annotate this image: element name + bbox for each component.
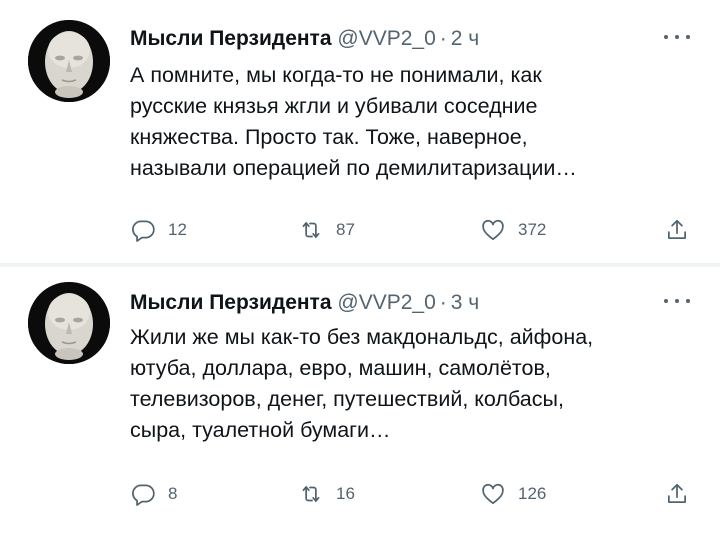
avatar[interactable] xyxy=(28,20,110,102)
tweet-text-line: А помните, мы когда-то не понимали, как xyxy=(130,63,542,87)
reply-icon xyxy=(132,484,155,506)
retweet-icon xyxy=(302,222,320,238)
tweet-text-line: телевизоров, денег, путешествий, колбасы… xyxy=(130,387,564,411)
like-button[interactable]: 126 xyxy=(480,476,546,512)
author-name[interactable]: Мысли Перзидента xyxy=(130,291,332,314)
tweet-text-line: ютуба, доллара, евро, машин, самолётов, xyxy=(130,356,551,380)
heart-icon xyxy=(482,483,504,505)
share-button[interactable] xyxy=(664,476,690,512)
author-name[interactable]: Мысли Перзидента xyxy=(130,27,332,50)
retweet-count: 87 xyxy=(336,220,355,239)
tweet-header: Мысли Перзидента @VVP2_0 · 2 ч xyxy=(130,26,479,52)
more-icon[interactable] xyxy=(664,294,690,308)
tweet-text-line: называли операцией по демилитаризации… xyxy=(130,156,577,180)
tweet-text: Жили же мы как-то без макдональдс, айфон… xyxy=(130,322,705,446)
reply-count: 12 xyxy=(168,220,187,239)
tweet-text-line: княжества. Просто так. Тоже, наверное, xyxy=(130,125,528,149)
share-icon xyxy=(668,219,686,239)
separator-dot: · xyxy=(439,27,447,50)
like-button[interactable]: 372 xyxy=(480,212,546,248)
retweet-count: 16 xyxy=(336,484,355,503)
tweet-text-line: русские князья жгли и убивали соседние xyxy=(130,94,538,118)
tweet-actions: 8 16 126 xyxy=(130,476,692,512)
reply-icon xyxy=(132,220,155,242)
reply-button[interactable]: 8 xyxy=(130,476,177,512)
separator-dot: · xyxy=(439,291,447,314)
retweet-button[interactable]: 16 xyxy=(298,476,355,512)
retweet-button[interactable]: 87 xyxy=(298,212,355,248)
tweet-text: А помните, мы когда-то не понимали, как … xyxy=(130,60,705,184)
tweet-text-line: сыра, туалетной бумаги… xyxy=(130,418,391,442)
timestamp[interactable]: 2 ч xyxy=(451,27,479,50)
retweet-icon xyxy=(302,486,320,502)
more-icon[interactable] xyxy=(664,30,690,44)
timestamp[interactable]: 3 ч xyxy=(451,291,479,314)
like-count: 372 xyxy=(518,220,547,239)
tweet[interactable]: Мысли Перзидента @VVP2_0 · 3 ч Жили же мы … xyxy=(0,266,720,537)
like-count: 126 xyxy=(518,484,547,503)
tweet-header: Мысли Перзидента @VVP2_0 · 3 ч xyxy=(130,290,479,316)
share-button[interactable] xyxy=(664,212,690,248)
author-handle[interactable]: @VVP2_0 xyxy=(337,291,435,314)
author-handle[interactable]: @VVP2_0 xyxy=(337,27,435,50)
tweet-text-line: Жили же мы как-то без макдональдс, айфон… xyxy=(130,325,594,349)
reply-count: 8 xyxy=(168,484,178,503)
avatar[interactable] xyxy=(28,282,110,364)
tweet-actions: 12 87 372 xyxy=(130,212,692,248)
tweet-feed: Мысли Перзидента @VVP2_0 · 2 ч А помните, … xyxy=(0,0,720,537)
share-icon xyxy=(668,483,686,503)
reply-button[interactable]: 12 xyxy=(130,212,187,248)
heart-icon xyxy=(482,219,504,241)
tweet[interactable]: Мысли Перзидента @VVP2_0 · 2 ч А помните, … xyxy=(0,0,720,264)
